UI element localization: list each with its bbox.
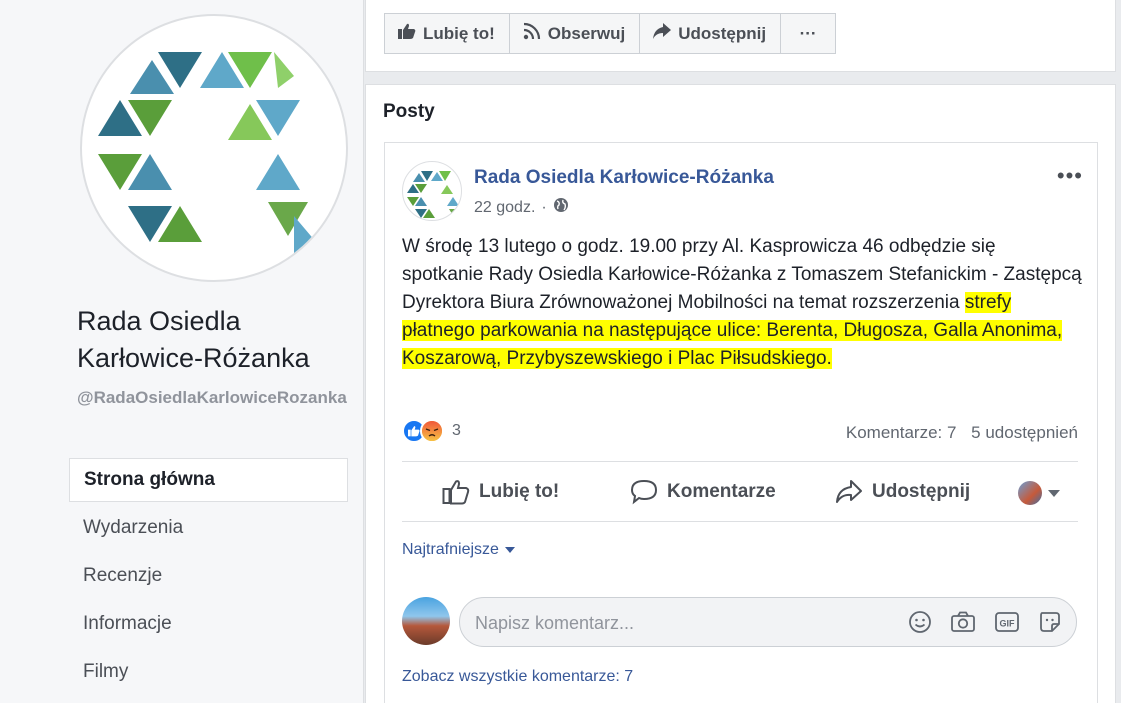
engagement-counts: Komentarze: 7 5 udostępnień [846, 423, 1078, 443]
logo-icon [98, 52, 316, 256]
page-title: Rada Osiedla Karłowice-Różanka [77, 306, 310, 373]
like-page-button[interactable]: Lubię to! [384, 13, 510, 54]
post-timestamp[interactable]: 22 godz. [474, 199, 535, 217]
left-column: Rada Osiedla Karłowice-Różanka @RadaOsie… [0, 0, 364, 703]
comment-bubble-icon [630, 479, 658, 505]
see-all-comments-link[interactable]: Zobacz wszystkie komentarze: 7 [402, 668, 633, 686]
caret-down-icon [504, 547, 515, 553]
gif-icon[interactable]: GIF [994, 610, 1020, 634]
nav-item-reviews[interactable]: Recenzje [69, 554, 348, 602]
post-like-button[interactable]: Lubię to! [442, 463, 559, 521]
post-comment-label: Komentarze [667, 481, 776, 502]
divider [402, 461, 1078, 462]
rss-icon [523, 22, 541, 45]
post-menu-button[interactable]: ••• [1057, 163, 1083, 189]
share-page-button[interactable]: Udostępnij [639, 13, 782, 54]
follow-label: Obserwuj [547, 23, 626, 43]
sort-label: Najtrafniejsze [402, 541, 499, 558]
sticker-icon[interactable] [1038, 610, 1062, 634]
post-share-label: Udostępnij [872, 481, 971, 502]
comment-composer: GIF [402, 597, 1078, 647]
comments-count-link[interactable]: Komentarze: 7 [846, 423, 957, 442]
post-share-button[interactable]: Udostępnij [835, 463, 970, 521]
page-actions-bar: Lubię to! Obserwuj Udostępnij ··· [365, 0, 1116, 72]
shares-count-link[interactable]: 5 udostępnień [971, 423, 1078, 442]
svg-text:GIF: GIF [1000, 619, 1016, 629]
post-body: W środę 13 lutego o godz. 19.00 przy Al.… [402, 233, 1082, 373]
caret-down-icon [1048, 489, 1060, 497]
divider [402, 521, 1078, 522]
thumbs-up-outline-icon [442, 479, 470, 505]
post-as-selector[interactable] [1018, 481, 1060, 505]
page-profile-picture[interactable] [80, 14, 348, 282]
page-nav: Strona główna Wydarzenia Recenzje Inform… [69, 458, 348, 698]
post-actions: Lubię to! Komentarze Udostępnij [402, 463, 1078, 521]
follow-button[interactable]: Obserwuj [508, 13, 641, 54]
share-arrow-icon [653, 23, 672, 44]
angry-reaction-icon [420, 419, 444, 443]
camera-icon[interactable] [950, 610, 976, 634]
post-author-avatar[interactable] [402, 161, 462, 221]
logo-icon [407, 171, 459, 218]
share-page-label: Udostępnij [678, 23, 767, 43]
more-options-button[interactable]: ··· [780, 13, 837, 54]
post-like-label: Lubię to! [479, 481, 560, 502]
nav-item-videos[interactable]: Filmy [69, 650, 348, 698]
emoji-icon[interactable] [908, 610, 932, 634]
posts-section: Posty Rada Osiedla Karłowice-Różanka 22 [365, 84, 1116, 703]
posts-heading: Posty [383, 101, 435, 122]
post-meta: 22 godz. · [474, 197, 569, 218]
post-author-name[interactable]: Rada Osiedla Karłowice-Różanka [474, 167, 774, 189]
thumbs-up-icon [398, 23, 416, 44]
share-outline-icon [835, 479, 863, 505]
like-page-label: Lubię to! [423, 23, 495, 43]
comment-input-box[interactable]: GIF [459, 597, 1077, 647]
comment-sort-dropdown[interactable]: Najtrafniejsze [402, 541, 515, 559]
reactions-summary[interactable]: 3 [402, 419, 461, 443]
nav-item-home[interactable]: Strona główna [69, 458, 348, 502]
comment-tools: GIF [890, 610, 1062, 634]
meta-separator: · [541, 198, 547, 216]
post-comment-button[interactable]: Komentarze [630, 463, 776, 521]
user-mini-avatar [1018, 481, 1042, 505]
comment-input[interactable] [475, 610, 895, 636]
page-handle[interactable]: @RadaOsiedlaKarlowiceRozanka [77, 387, 352, 409]
nav-item-about[interactable]: Informacje [69, 602, 348, 650]
user-avatar[interactable] [402, 597, 450, 645]
post-card: Rada Osiedla Karłowice-Różanka 22 godz. … [384, 142, 1098, 703]
more-dots-icon: ··· [799, 23, 817, 43]
globe-icon [553, 197, 569, 218]
nav-item-events[interactable]: Wydarzenia [69, 506, 348, 554]
reaction-count: 3 [452, 422, 461, 439]
